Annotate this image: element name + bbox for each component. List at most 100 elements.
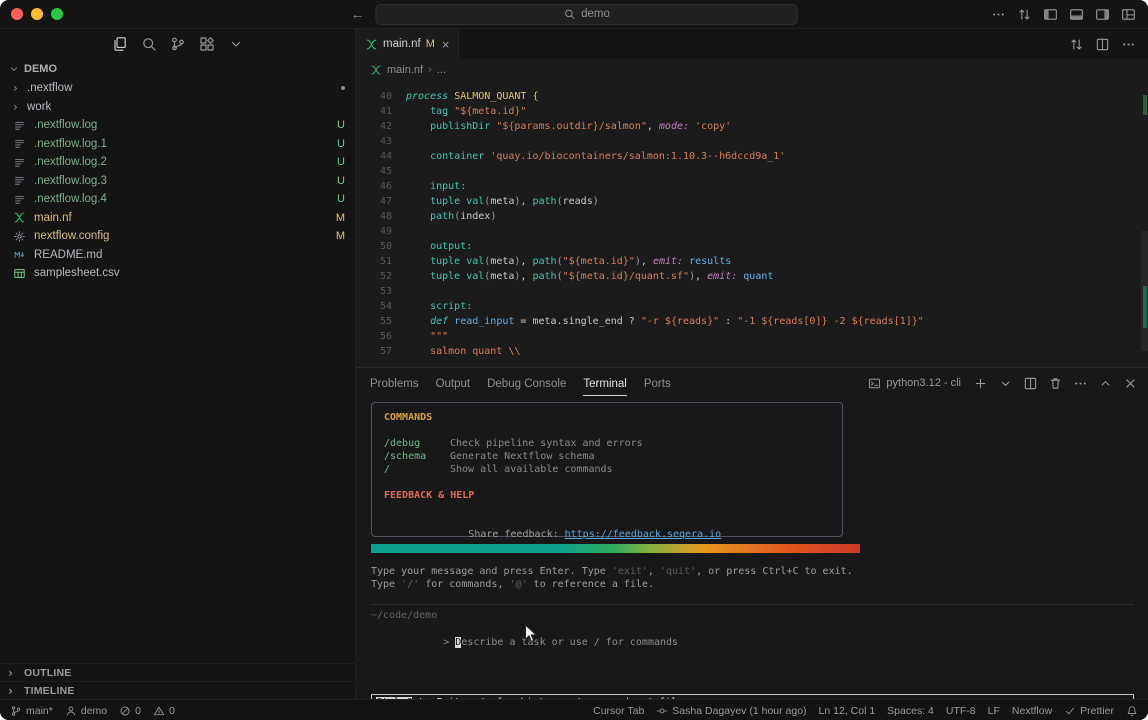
- code-text: tuple val(meta), path(reads): [406, 194, 599, 209]
- terminal-instance[interactable]: python3.12 - cli: [868, 377, 961, 390]
- panel-tab-ports[interactable]: Ports: [644, 371, 671, 396]
- log-icon: [13, 119, 26, 132]
- tab-main-nf[interactable]: main.nf M ×: [356, 29, 459, 59]
- sync-icon[interactable]: [1017, 7, 1032, 22]
- command-name[interactable]: /debug: [384, 437, 450, 450]
- status-formatter[interactable]: Prettier: [1064, 705, 1114, 717]
- status-git-blame[interactable]: Sasha Dagayev (1 hour ago): [656, 705, 806, 717]
- split-icon[interactable]: [1023, 376, 1038, 391]
- file-item[interactable]: samplesheet.csv: [0, 264, 355, 283]
- search-icon[interactable]: [141, 36, 157, 52]
- status-indentation[interactable]: Spaces: 4: [887, 705, 934, 717]
- file-item[interactable]: nextflow.configM: [0, 227, 355, 246]
- extensions-icon[interactable]: [199, 36, 215, 52]
- explorer-icon[interactable]: [112, 36, 128, 52]
- panel-right-icon[interactable]: [1095, 7, 1110, 22]
- status-notifications[interactable]: [1126, 705, 1138, 717]
- code-token: [406, 121, 430, 132]
- code-line: 41 tag "${meta.id}": [356, 104, 1148, 119]
- status-right: Cursor Tab Sasha Dagayev (1 hour ago) Ln 1…: [593, 705, 1138, 717]
- section-label: OUTLINE: [24, 667, 71, 679]
- text-segment: ,: [648, 566, 660, 577]
- status-eol[interactable]: LF: [988, 705, 1000, 717]
- terminal-prompt[interactable]: >Describe a task or use / for commands: [371, 623, 1134, 662]
- chevron-down-icon[interactable]: [998, 376, 1013, 391]
- status-warnings[interactable]: 0: [153, 705, 175, 717]
- panel-tab-debug-console[interactable]: Debug Console: [487, 371, 566, 396]
- status-encoding[interactable]: UTF-8: [946, 705, 976, 717]
- status-git-branch[interactable]: main*: [10, 705, 53, 717]
- feedback-link[interactable]: https://feedback.seqera.io: [565, 529, 722, 540]
- code-token: {: [532, 91, 538, 102]
- panel-tab-terminal[interactable]: Terminal: [583, 371, 626, 396]
- status-errors[interactable]: 0: [119, 705, 141, 717]
- git-status-badge: U: [337, 119, 345, 131]
- panel-left-icon[interactable]: [1043, 7, 1058, 22]
- close-icon[interactable]: [1123, 376, 1138, 391]
- file-item[interactable]: main.nfM: [0, 209, 355, 228]
- code-token: path: [533, 196, 557, 207]
- chevron-up-icon[interactable]: [1098, 376, 1113, 391]
- status-cursor-position[interactable]: Ln 12, Col 1: [819, 705, 876, 717]
- code-line: 50 output:: [356, 239, 1148, 254]
- section-timeline[interactable]: ›TIMELINE: [0, 681, 355, 699]
- file-item[interactable]: .nextflow.log.2U: [0, 153, 355, 172]
- chevron-down-icon[interactable]: [228, 36, 244, 52]
- terminal-instance-label: python3.12 - cli: [886, 377, 961, 389]
- section-outline[interactable]: ›OUTLINE: [0, 663, 355, 681]
- panel-tab-output[interactable]: Output: [436, 371, 471, 396]
- search-box[interactable]: demo: [376, 4, 798, 25]
- scrollbar-thumb[interactable]: [1141, 231, 1148, 351]
- command-name[interactable]: /schema: [384, 450, 450, 463]
- terminal-content[interactable]: COMMANDS /debugCheck pipeline syntax and…: [356, 398, 1148, 699]
- line-number: 46: [356, 179, 406, 194]
- file-item[interactable]: .nextflow.log.3U: [0, 172, 355, 191]
- breadcrumb[interactable]: main.nf › ...: [356, 59, 1148, 81]
- zoom-window-button[interactable]: [51, 8, 63, 20]
- file-item[interactable]: README.md: [0, 246, 355, 265]
- nextflow-icon: [13, 211, 26, 224]
- code-token: path: [430, 211, 454, 222]
- feedback-heading: FEEDBACK & HELP: [384, 489, 830, 502]
- layout-icon[interactable]: [1121, 7, 1136, 22]
- status-left: main* demo 00: [10, 705, 175, 717]
- breadcrumb-file[interactable]: main.nf: [387, 64, 423, 76]
- more-icon[interactable]: [991, 7, 1006, 22]
- code-token: mode:: [659, 121, 689, 132]
- split-icon[interactable]: [1095, 37, 1110, 52]
- trash-icon[interactable]: [1048, 376, 1063, 391]
- code-text: tag "${meta.id}": [406, 104, 526, 119]
- folder-item[interactable]: ›.nextflow: [0, 79, 355, 98]
- code-text: output:: [406, 239, 472, 254]
- bottom-panel: Problems Output Debug Console Terminal Ports…: [356, 367, 1148, 699]
- git-status-badge: U: [337, 156, 345, 168]
- code-token: ,: [695, 271, 707, 282]
- minimize-window-button[interactable]: [31, 8, 43, 20]
- panel-bottom-icon[interactable]: [1069, 7, 1084, 22]
- scm-icon[interactable]: [170, 36, 186, 52]
- breadcrumb-more[interactable]: ...: [437, 64, 446, 76]
- close-window-button[interactable]: [11, 8, 23, 20]
- file-item[interactable]: .nextflow.log.4U: [0, 190, 355, 209]
- code-token: index: [460, 211, 490, 222]
- nextflow-icon: [370, 64, 382, 76]
- status-cursor-tab[interactable]: Cursor Tab: [593, 705, 644, 717]
- back-icon[interactable]: ←: [351, 7, 365, 21]
- explorer-section-header[interactable]: DEMO: [0, 59, 355, 79]
- close-tab-icon[interactable]: ×: [442, 37, 450, 52]
- code-editor[interactable]: 40process SALMON_QUANT {41 tag "${meta.i…: [356, 81, 1148, 367]
- panel-tab-problems[interactable]: Problems: [370, 371, 419, 396]
- plus-icon[interactable]: [973, 376, 988, 391]
- more-icon[interactable]: [1121, 37, 1136, 52]
- status-label: Nextflow: [1012, 705, 1052, 717]
- file-item[interactable]: .nextflow.log.1U: [0, 135, 355, 154]
- status-profile[interactable]: demo: [65, 705, 107, 717]
- status-language-mode[interactable]: Nextflow: [1012, 705, 1052, 717]
- folder-item[interactable]: ›work: [0, 98, 355, 117]
- file-item[interactable]: .nextflow.logU: [0, 116, 355, 135]
- compare-icon[interactable]: [1069, 37, 1084, 52]
- more-icon[interactable]: [1073, 376, 1088, 391]
- command-name[interactable]: /: [384, 463, 450, 476]
- app-window: ← demo DEMO ›.nextflow›work.nextflow.log…: [0, 0, 1148, 720]
- chevron-right-icon: ›: [8, 684, 20, 698]
